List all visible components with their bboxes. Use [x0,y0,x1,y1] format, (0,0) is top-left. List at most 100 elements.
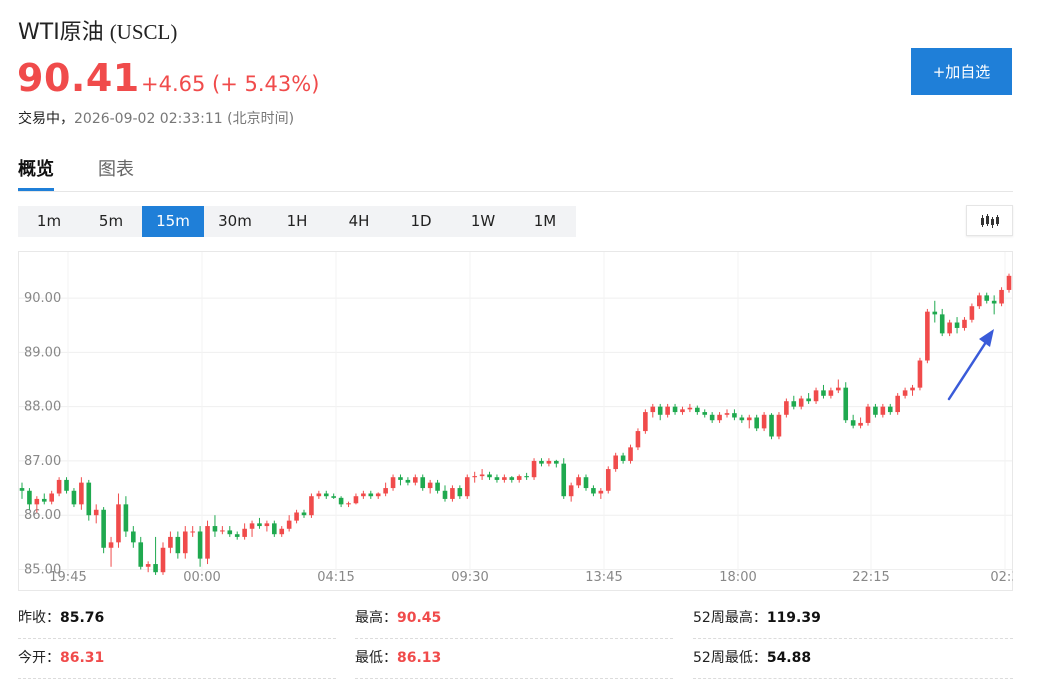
candle-body [539,460,544,464]
period-1d[interactable]: 1D [390,206,452,237]
x-tick-label: 09:30 [451,570,488,585]
candle-body [798,398,804,407]
period-selector: 1m 5m 15m 30m 1H 4H 1D 1W 1M [18,206,576,237]
x-tick-label: 04:15 [317,570,354,585]
candle-body [836,387,841,391]
candle-body [257,523,262,527]
candle-body [999,289,1004,304]
candle-body [858,422,863,426]
candlestick-chart: 90.0089.0088.0087.0086.0085.0019:45 00:00… [18,251,1020,591]
change-value: +4.65 [141,72,206,96]
stat-label: 今开： [18,650,60,666]
candle-body [657,406,663,415]
period-4h[interactable]: 4H [328,206,390,237]
candle-body [375,493,381,497]
candle-body [672,406,678,413]
candle-body [472,476,477,478]
stat-52w-high: 52周最高：119.39 [693,598,1013,639]
candle-body [64,479,69,491]
candle-body [464,477,470,497]
candle-body [680,409,685,413]
candle-body [910,387,915,391]
candle-body [49,493,54,502]
candle-body [828,390,834,396]
change-percent: (+ 5.43%) [212,72,320,96]
candle-body [101,509,106,548]
stat-value: 54.88 [766,650,812,666]
candle-body [650,406,656,413]
candle-body [145,564,151,567]
candle-body [413,477,418,483]
candle-body [353,496,359,504]
candle-body [620,455,626,461]
candle-body [220,530,225,532]
candle-body [442,490,448,499]
x-tick-label: 19:45 [49,570,86,585]
candle-body [294,512,299,521]
candle-body [984,295,990,301]
candle-body [420,477,426,489]
candle-body [450,488,455,499]
stat-value: 119.39 [766,610,821,626]
candle-body [873,406,878,415]
period-1mo[interactable]: 1M [514,206,576,237]
period-1w[interactable]: 1W [452,206,514,237]
candle-body [598,490,604,494]
add-watchlist-button[interactable]: +加自选 [911,48,1012,95]
candle-body [702,412,708,415]
candle-body [509,477,515,480]
candle-body [79,482,84,505]
chart-type-button[interactable] [966,205,1013,236]
candle-body [865,406,871,423]
stat-label: 52周最低： [693,650,767,666]
period-30m[interactable]: 30m [204,206,266,237]
period-5m[interactable]: 5m [80,206,142,237]
candle-body [962,319,967,328]
y-tick-label: 89.00 [24,345,61,360]
candlestick-icon [980,213,999,228]
tab-overview[interactable]: 概览 [18,155,54,191]
candle-body [479,474,485,477]
price-chart[interactable]: 90.00 89.00 88.00 87.00 86.00 85.00 19:45 00:00… [18,251,1020,591]
candle-body [405,479,411,483]
candle-body [338,497,344,505]
candle-body [41,498,47,502]
status-label: 交易中， [18,111,74,127]
tab-chart[interactable]: 图表 [98,155,134,188]
candle-body [605,469,611,491]
candle-body [323,493,329,497]
stat-label: 最低： [355,650,397,666]
candle-body [197,531,203,559]
period-1m[interactable]: 1m [18,206,80,237]
candle-body [383,488,388,494]
candle-body [131,531,136,543]
y-tick-label: 86.00 [24,508,61,523]
candle-body [977,295,982,307]
candle-body [190,531,195,533]
status-timezone: (北京时间) [227,111,295,127]
candle-body [93,509,99,516]
period-1h[interactable]: 1H [266,206,328,237]
candle-body [123,504,129,532]
candle-body [709,414,715,421]
candle-body [895,395,900,413]
candle-body [71,490,77,505]
trading-status: 交易中，2026-09-02 02:33:11 (北京时间) [18,108,294,128]
price-change: +4.65 (+ 5.43%) [141,72,319,96]
stat-label: 52周最高： [693,610,767,626]
candle-body [234,534,240,537]
candle-body [86,482,92,516]
period-15m[interactable]: 15m [142,206,204,237]
candle-body [850,420,856,426]
y-tick-label: 90.00 [24,291,61,306]
candle-body [1006,275,1012,290]
candle-body [398,477,403,480]
candle-body [249,523,255,529]
candle-body [212,526,218,532]
x-tick-label: 02:3 [990,570,1013,585]
candle-body [108,542,114,548]
candle-body [821,390,826,396]
candle-body [561,463,567,497]
candle-body [925,311,930,361]
candle-body [643,412,648,432]
